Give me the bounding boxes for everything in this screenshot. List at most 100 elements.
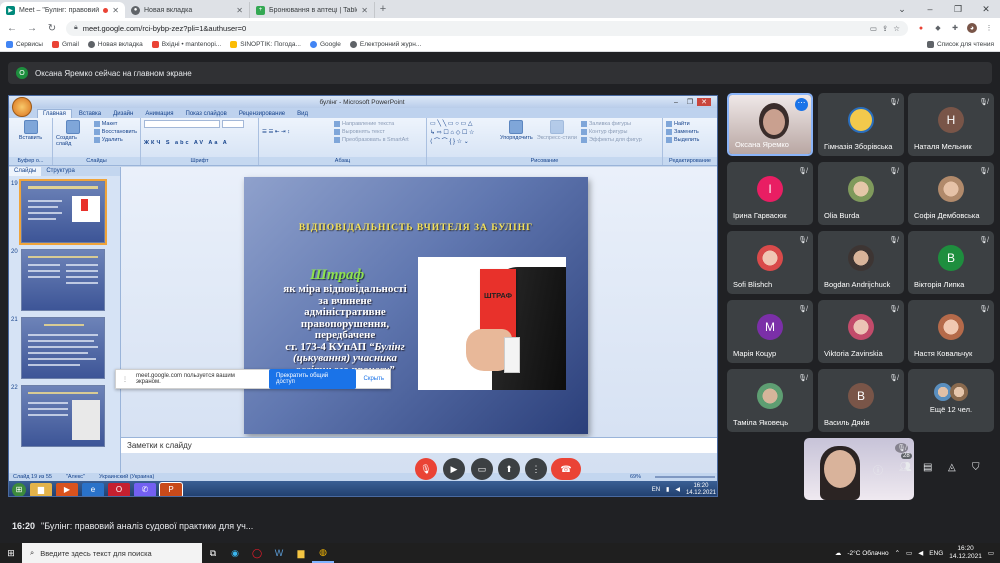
bookmark-inbox[interactable]: Вхідні • mantenopi... xyxy=(151,41,221,48)
share-icon[interactable]: ⇪ xyxy=(882,24,888,33)
ribbon-tab-design[interactable]: Дизайн xyxy=(108,110,138,118)
pp-minimize-icon[interactable]: – xyxy=(669,99,683,106)
stop-sharing-button[interactable]: Прекратить общий доступ xyxy=(268,369,356,389)
camera-indicator-icon[interactable]: ▭ xyxy=(870,24,877,33)
notifications-icon[interactable]: ▭ xyxy=(988,549,994,557)
shape-fill-button[interactable]: Заливка фигуры xyxy=(580,120,642,128)
text-direction-button[interactable]: Направление текста xyxy=(334,120,409,128)
ribbon-tab-view[interactable]: Вид xyxy=(292,110,313,118)
remote-powerpoint-icon[interactable]: P xyxy=(159,481,183,496)
font-format-buttons[interactable]: ЖКЧ S abc AV Aa A xyxy=(144,139,255,147)
paste-button[interactable]: Вставить xyxy=(12,120,49,141)
hide-button[interactable]: Скрыть xyxy=(364,376,384,382)
remote-lang[interactable]: EN xyxy=(652,487,660,493)
close-tab-icon[interactable]: ✕ xyxy=(361,6,368,15)
participant-tile[interactable]: 🎙︎̸ Гімназія Зборівська xyxy=(818,93,904,156)
task-view-icon[interactable]: ⧉ xyxy=(202,543,224,563)
file-explorer-icon[interactable]: ▆ xyxy=(290,543,312,563)
close-tab-icon[interactable]: ✕ xyxy=(236,6,243,15)
remote-explorer-icon[interactable]: ▆ xyxy=(30,482,52,496)
delete-slide-button[interactable]: Удалить xyxy=(93,136,137,144)
office-button[interactable] xyxy=(12,97,32,117)
drag-handle-icon[interactable]: ⋮ xyxy=(122,376,128,383)
pp-close-icon[interactable]: ✕ xyxy=(697,98,711,106)
arrange-button[interactable]: Упорядочить xyxy=(500,120,533,141)
keyboard-lang[interactable]: ENG xyxy=(929,550,943,557)
captions-button[interactable]: ▭ xyxy=(471,458,493,480)
camera-toggle-button[interactable]: ▶ xyxy=(443,458,465,480)
windows-start-icon[interactable]: ⊞ xyxy=(0,548,22,559)
participant-tile[interactable]: 🎙︎̸ Н Наталя Мельник xyxy=(908,93,994,156)
select-button[interactable]: Выделить xyxy=(666,136,714,144)
tab-search-icon[interactable]: ⌄ xyxy=(888,4,916,15)
zoom-slider[interactable] xyxy=(655,476,715,478)
tray-overflow-icon[interactable]: ⌃ xyxy=(895,549,900,557)
ribbon-tab-slideshow[interactable]: Показ слайдов xyxy=(181,110,232,118)
smartart-button[interactable]: Преобразовать в SmartArt xyxy=(334,136,409,144)
minimize-icon[interactable]: – xyxy=(916,4,944,14)
list-buttons[interactable]: ☰ ☰ ⇤ ⇥ ↕ xyxy=(262,120,328,144)
participant-tile[interactable]: 🎙︎̸ Софія Дембовська xyxy=(908,162,994,225)
participant-tile[interactable]: 🎙︎̸ М Марія Коцур xyxy=(727,300,813,363)
participant-tile[interactable]: 🎙︎̸ Bogdan Andrijchuck xyxy=(818,231,904,294)
activities-icon[interactable]: ◬ xyxy=(948,462,956,473)
participant-tile[interactable]: 🎙︎̸ Настя Ковальчук xyxy=(908,300,994,363)
volume-icon[interactable]: ◀ xyxy=(918,549,923,557)
self-view-tile[interactable]: 🎙︎̸ xyxy=(804,438,914,500)
zoom-level[interactable]: 69% xyxy=(630,474,641,480)
shape-outline-button[interactable]: Контур фигуры xyxy=(580,128,642,136)
font-size-select[interactable] xyxy=(222,120,244,128)
participant-tile[interactable]: 🎙︎̸ Таміла Яковець xyxy=(727,369,813,432)
participant-tile[interactable]: 🎙︎̸ В Василь Дяків xyxy=(818,369,904,432)
remote-viber-icon[interactable]: ✆ xyxy=(134,482,156,496)
participant-tile[interactable]: 🎙︎̸ І Ірина Гарвасюк xyxy=(727,162,813,225)
edge-icon[interactable]: ◉ xyxy=(224,543,246,563)
participant-tile[interactable]: ⋯ Оксана Яремко xyxy=(727,93,813,156)
taskbar-clock[interactable]: 16:20 14.12.2021 xyxy=(949,545,982,561)
chrome-icon[interactable]: ◍ xyxy=(312,543,334,563)
maximize-icon[interactable]: ❐ xyxy=(944,4,972,15)
current-slide[interactable]: ВІДПОВІДАЛЬНІСТЬ ВЧИТЕЛЯ ЗА БУЛІНГ Штраф… xyxy=(244,177,588,434)
taskbar-search-input[interactable]: ⌕ Введите здесь текст для поиска xyxy=(22,543,202,563)
browser-tab-newtab[interactable]: ● Новая вкладка ✕ xyxy=(125,2,250,18)
slide-thumbnail-22[interactable]: 22 xyxy=(9,383,121,449)
reset-button[interactable]: Восстановить xyxy=(93,128,137,136)
lock-host-icon[interactable]: ⛉ xyxy=(972,462,980,473)
profile-avatar[interactable]: ◕ xyxy=(967,23,977,33)
ribbon-tab-insert[interactable]: Вставка xyxy=(74,110,106,118)
more-options-icon[interactable]: ⋯ xyxy=(795,98,808,111)
puzzle-icon[interactable]: ✚ xyxy=(950,23,960,33)
find-button[interactable]: Найти xyxy=(666,120,714,128)
leave-call-button[interactable]: ☎ xyxy=(551,458,581,480)
ribbon-tab-review[interactable]: Рецензирование xyxy=(234,110,290,118)
opera-icon[interactable]: ◯ xyxy=(246,543,268,563)
align-text-button[interactable]: Выровнять текст xyxy=(334,128,409,136)
participant-tile[interactable]: Ещё 12 чел. xyxy=(908,369,994,432)
font-name-select[interactable] xyxy=(144,120,220,128)
language-indicator[interactable]: Украинский (Украина) xyxy=(99,474,154,480)
layout-button[interactable]: Макет xyxy=(93,120,137,128)
remote-start-icon[interactable]: ⊞ xyxy=(12,482,26,496)
bookmark-newtab[interactable]: Новая вкладка xyxy=(87,41,143,48)
replace-button[interactable]: Заменить xyxy=(666,128,714,136)
ribbon-tab-home[interactable]: Главная xyxy=(37,109,72,118)
close-window-icon[interactable]: ✕ xyxy=(972,4,1000,15)
slide-thumbnail-21[interactable]: 21 xyxy=(9,315,121,381)
chat-icon[interactable]: ▤ xyxy=(923,462,932,473)
bookmark-google[interactable]: Google xyxy=(309,41,341,48)
bookmark-gmail[interactable]: Gmail xyxy=(51,41,79,48)
info-icon[interactable]: ⓘ xyxy=(873,462,883,477)
shape-effects-button[interactable]: Эффекты для фигур xyxy=(580,136,642,144)
bookmark-journal[interactable]: Електронний журн... xyxy=(349,41,421,48)
slide-thumbnail-19[interactable]: 19 xyxy=(9,179,121,245)
menu-icon[interactable]: ⋮ xyxy=(984,23,994,33)
remote-opera-icon[interactable]: O xyxy=(108,482,130,496)
reload-icon[interactable]: ↻ xyxy=(46,23,58,34)
tab-slides[interactable]: Слайды xyxy=(9,167,42,176)
pp-maximize-icon[interactable]: ❐ xyxy=(683,98,697,106)
extension-icon[interactable]: ◆ xyxy=(933,23,943,33)
notes-input[interactable]: Заметки к слайду xyxy=(121,437,717,453)
back-icon[interactable]: ← xyxy=(6,23,18,34)
browser-tab-meet[interactable]: ▶ Meet – "Булінг: правовий ан ✕ xyxy=(0,2,125,18)
forward-icon[interactable]: → xyxy=(26,23,38,34)
